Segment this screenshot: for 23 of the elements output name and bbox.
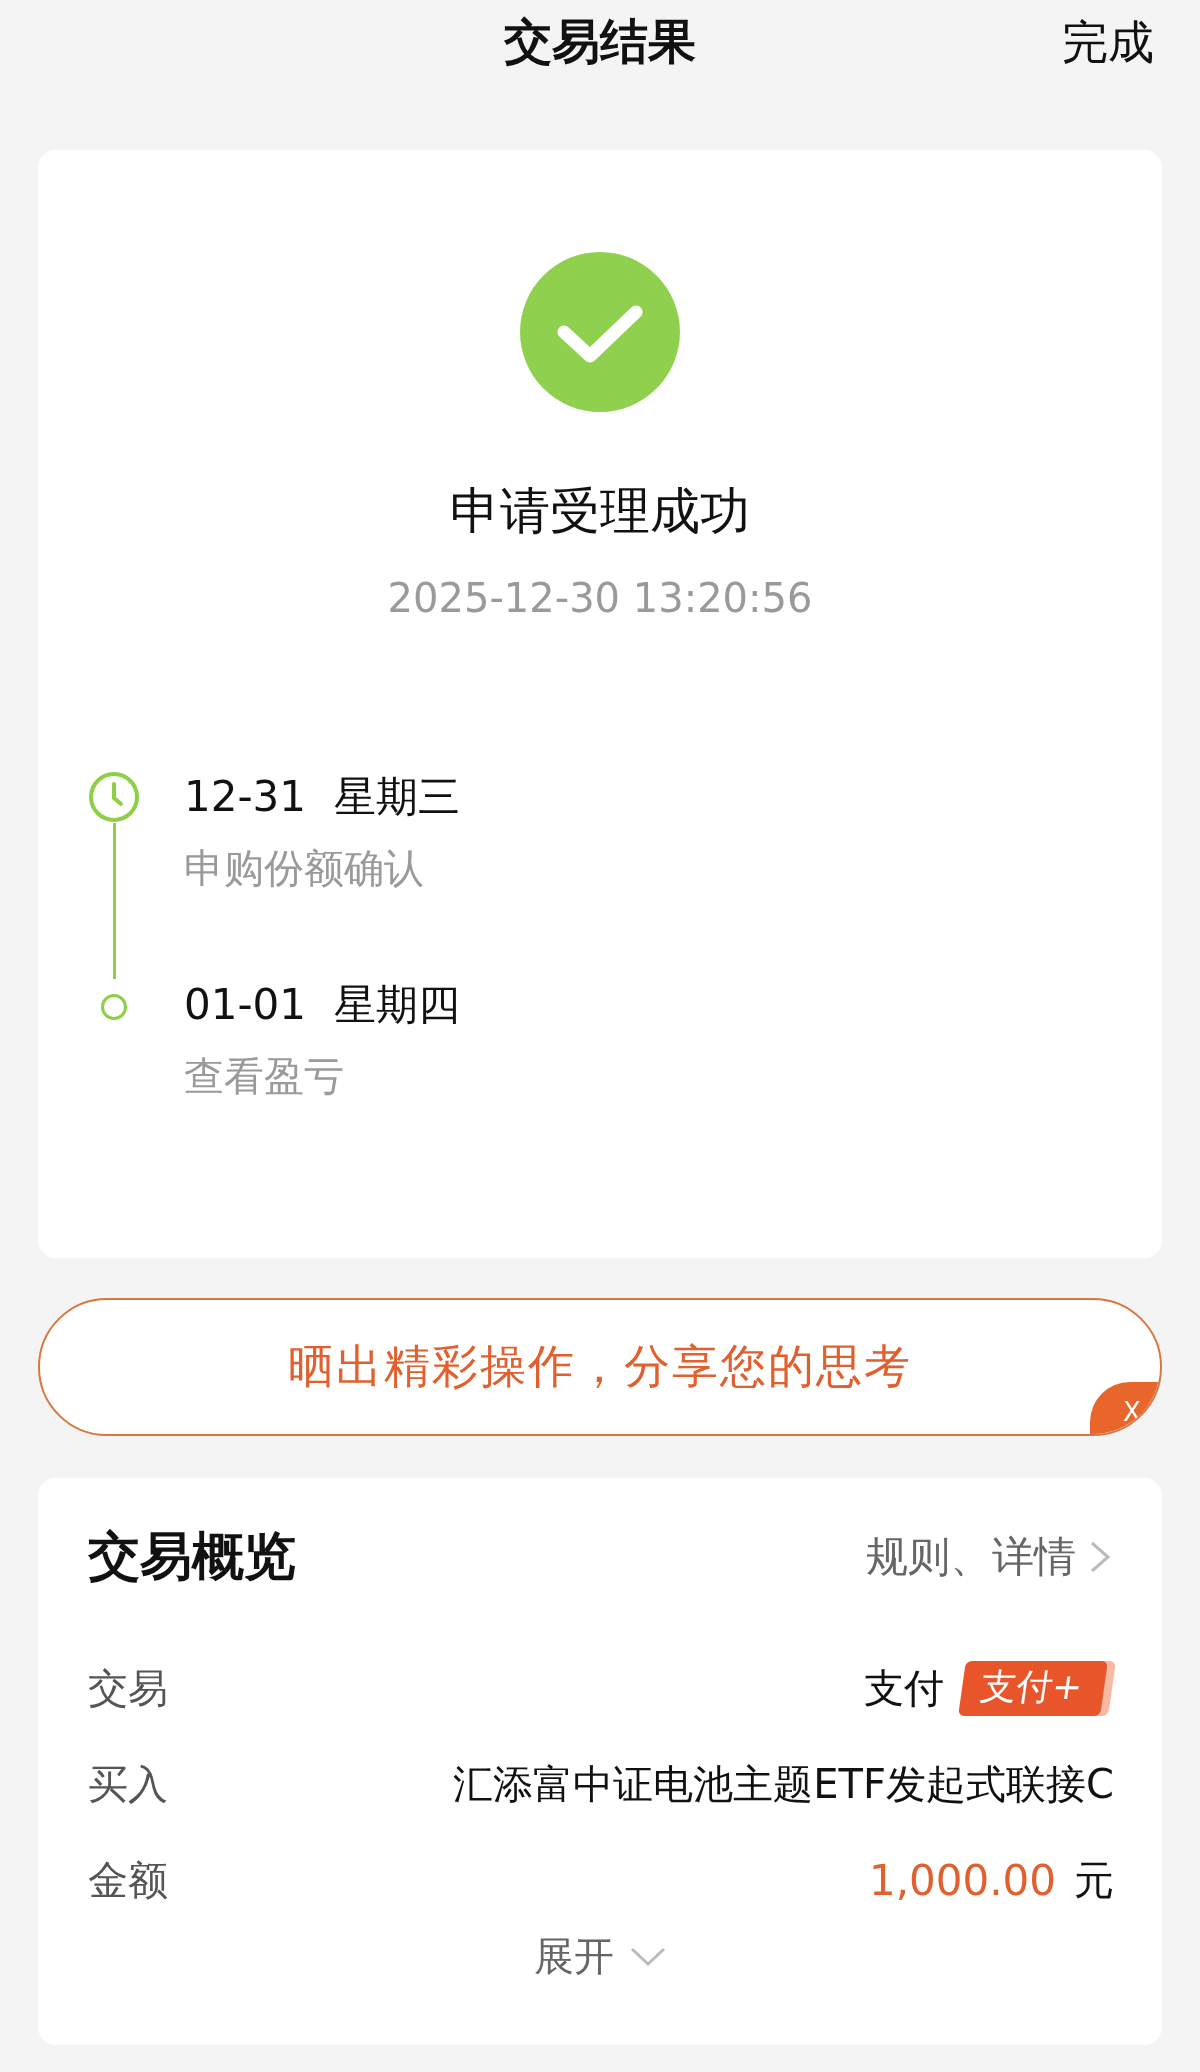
success-check-icon	[520, 252, 680, 412]
row-label: 买入	[88, 1759, 168, 1809]
currency-unit: 元	[1074, 1855, 1114, 1905]
expand-button[interactable]: 展开	[88, 1928, 1114, 1985]
share-text: 晒出精彩操作，分享您的思考	[288, 1338, 912, 1395]
timeline-description: 申购份额确认	[184, 844, 425, 893]
done-button[interactable]: 完成	[1062, 12, 1154, 74]
amount-value: 1,000.00	[868, 1855, 1056, 1905]
timeline-weekday: 星期三	[334, 771, 461, 823]
timeline-dot-icon	[100, 993, 128, 1021]
timeline-description: 查看盈亏	[184, 1052, 345, 1101]
result-title: 申请受理成功	[450, 481, 750, 542]
page-title: 交易结果	[504, 12, 696, 71]
rules-details-link[interactable]: 规则、详情	[866, 1529, 1114, 1585]
result-time: 2025-12-30 13:20:56	[387, 575, 813, 621]
timeline-weekday: 星期四	[334, 979, 461, 1031]
row-value: 汇添富中证电池主题ETF发起式联接C	[453, 1759, 1114, 1809]
row-value: 支付	[863, 1663, 944, 1713]
row-label: 金额	[88, 1855, 168, 1905]
timeline-date: 01-01	[184, 979, 307, 1031]
timeline-date: 12-31	[184, 771, 307, 823]
overview-title: 交易概览	[88, 1525, 296, 1588]
row-label: 交易	[88, 1663, 168, 1713]
